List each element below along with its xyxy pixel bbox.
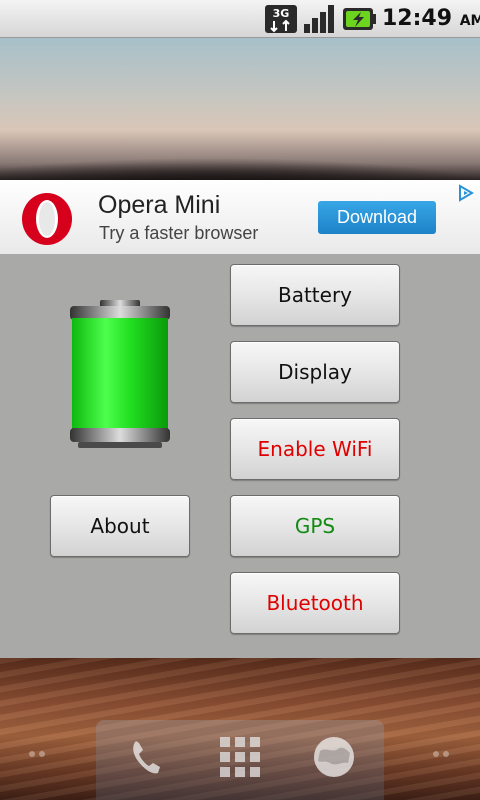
dock [96,720,384,800]
scroll-right-icon[interactable] [428,746,452,762]
battery-button[interactable]: Battery [230,264,400,326]
phone-icon[interactable] [122,733,170,781]
scroll-left-icon[interactable] [26,746,50,762]
gps-button[interactable]: GPS [230,495,400,557]
svg-text:3G: 3G [273,7,290,20]
status-bar: 3G 12:49 AM [0,0,480,38]
battery-charging-icon [343,8,376,30]
ad-title: Opera Mini [98,191,221,219]
enable-wifi-button[interactable]: Enable WiFi [230,418,400,480]
display-button[interactable]: Display [230,341,400,403]
app-drawer-icon[interactable] [216,733,264,781]
about-button[interactable]: About [50,495,190,557]
adchoices-icon[interactable] [456,184,476,202]
opera-logo [22,193,72,245]
clock-time: 12:49 [382,6,453,31]
ad-banner[interactable]: Opera Mini Try a faster browser Download [0,180,480,254]
clock-ampm: AM [459,13,480,29]
ad-subtitle: Try a faster browser [99,223,259,243]
ad-download-button[interactable]: Download [318,201,436,234]
signal-strength-icon [304,5,334,33]
main-panel: About Battery Display Enable WiFi GPS Bl… [0,254,480,658]
battery-full-icon [70,300,170,448]
bluetooth-button[interactable]: Bluetooth [230,572,400,634]
wallpaper-top [0,38,480,180]
browser-icon[interactable] [310,733,358,781]
3g-data-icon: 3G [265,5,297,33]
clock: 12:49 AM [382,6,480,31]
